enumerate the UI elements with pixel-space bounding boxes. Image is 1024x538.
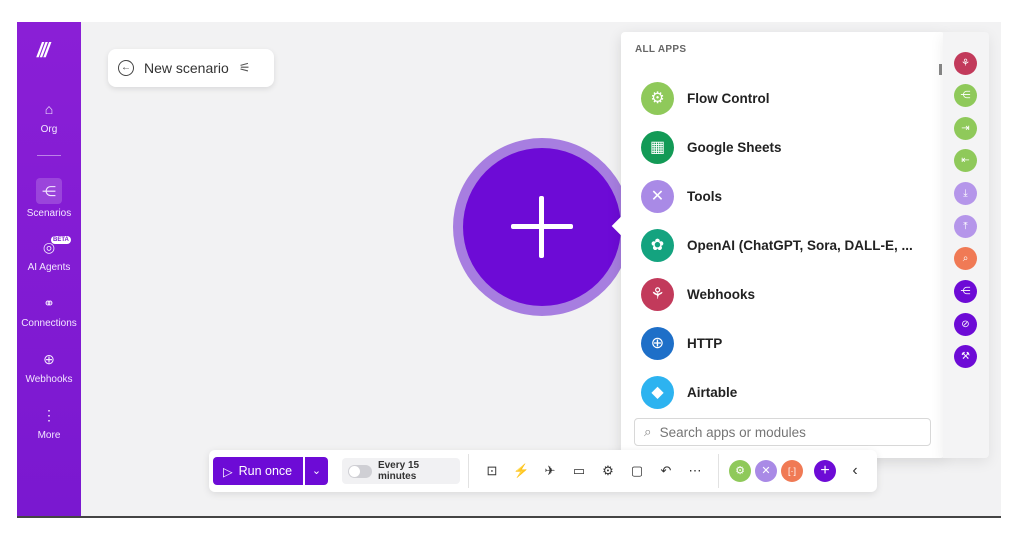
module-rail: ⚘ ⋲ ⇥ ⇤ ⤓ ⤒ ⌕ ⋲ ⊘ ⚒ — [943, 32, 989, 458]
toolbar-divider — [718, 454, 719, 488]
text-parser-icon[interactable]: [·] — [781, 460, 803, 482]
compass-icon[interactable]: ⊘ — [954, 313, 977, 336]
scrollbar-thumb[interactable] — [939, 64, 942, 75]
gear-icon[interactable]: ⚙ — [600, 463, 616, 479]
app-item-flow-control[interactable]: ⚙ Flow Control — [641, 80, 931, 116]
sheets-icon: ▦ — [641, 130, 674, 164]
scenario-title[interactable]: New scenario — [144, 60, 229, 76]
settings-sliders-icon[interactable]: ⚟ — [239, 60, 251, 76]
schedule-label: Every 15 minutes — [377, 460, 420, 482]
back-arrow-icon[interactable]: ← — [118, 60, 134, 76]
chevron-down-icon: ⌄ — [311, 465, 322, 477]
app-name: Webhooks — [687, 286, 756, 302]
share-icon[interactable]: ⋲ — [954, 280, 977, 303]
app-item-tools[interactable]: ✕ Tools — [641, 178, 931, 214]
airtable-icon: ◆ — [641, 375, 674, 409]
kebab-icon: ⋮ — [42, 407, 56, 423]
toolbar-divider — [468, 454, 469, 488]
app-item-google-sheets[interactable]: ▦ Google Sheets — [641, 129, 931, 165]
import-icon[interactable]: ⤓ — [954, 182, 977, 205]
schedule-toggle[interactable] — [348, 464, 372, 478]
sidebar-item-more[interactable]: ⋮ More — [17, 404, 81, 441]
flow-icon[interactable]: ▭ — [571, 463, 587, 479]
chevron-left-icon[interactable]: ‹ — [847, 463, 863, 479]
gear-icon: ⚙ — [641, 81, 674, 115]
sidebar-divider — [37, 155, 61, 156]
plus-icon — [539, 196, 544, 258]
app-name: HTTP — [687, 335, 723, 351]
search-icon: ⌕ — [644, 424, 652, 439]
sidebar-item-webhooks[interactable]: ⊕ Webhooks — [17, 348, 81, 385]
beta-badge: BETA — [51, 236, 71, 244]
make-logo[interactable]: /// — [37, 40, 50, 63]
app-name: Airtable — [687, 384, 738, 400]
app-name: Flow Control — [687, 90, 770, 106]
router-icon[interactable]: ⋲ — [954, 84, 977, 107]
app-item-webhooks[interactable]: ⚘ Webhooks — [641, 276, 931, 312]
more-icon[interactable]: ⋯ — [687, 463, 703, 479]
add-icon[interactable]: + — [814, 460, 836, 482]
webhook-icon[interactable]: ⚘ — [954, 52, 977, 75]
iterator-icon[interactable]: ⇥ — [954, 117, 977, 140]
sidebar-item-scenarios[interactable]: ⋲ Scenarios — [17, 178, 81, 219]
note-icon[interactable]: ▢ — [629, 463, 645, 479]
share-nodes-icon: ⋲ — [36, 178, 62, 204]
sidebar-item-label: Webhooks — [25, 374, 73, 385]
sidebar-item-label: Org — [40, 124, 58, 135]
tools-icon: ✕ — [641, 179, 674, 213]
aggregator-icon[interactable]: ⇤ — [954, 149, 977, 172]
app-search-field[interactable]: ⌕ — [634, 418, 931, 446]
run-once-button[interactable]: ▷ Run once — [213, 457, 303, 485]
run-options-dropdown[interactable]: ⌄ — [305, 457, 328, 485]
app-name: Google Sheets — [687, 139, 782, 155]
sidebar-item-connections[interactable]: ⚭ Connections — [17, 292, 81, 329]
sidebar-item-label: Connections — [21, 318, 77, 329]
webhook-icon: ⚘ — [641, 277, 674, 311]
search-input[interactable] — [659, 424, 910, 440]
app-item-openai[interactable]: ✿ OpenAI (ChatGPT, Sora, DALL-E, ... — [641, 227, 931, 263]
search-module-icon[interactable]: ⌕ — [954, 247, 977, 270]
undo-icon[interactable]: ↶ — [658, 463, 674, 479]
globe-icon: ⊕ — [43, 351, 55, 367]
link-icon: ⚭ — [43, 295, 55, 311]
flow-control-icon[interactable]: ⚙ — [729, 460, 751, 482]
play-icon: ▷ — [223, 464, 233, 479]
save-icon[interactable]: ⊡ — [484, 463, 500, 479]
sidebar-item-label: Scenarios — [26, 208, 72, 219]
scenario-title-bar: ← New scenario ⚟ — [108, 49, 274, 87]
home-icon: ⌂ — [44, 101, 54, 117]
app-name: Tools — [687, 188, 722, 204]
apps-heading: ALL APPS — [635, 44, 687, 55]
sidebar-item-label: AI Agents — [27, 262, 71, 273]
app-name: OpenAI (ChatGPT, Sora, DALL-E, ... — [687, 237, 913, 253]
plane-icon[interactable]: ✈ — [542, 463, 558, 479]
export-icon[interactable]: ⤒ — [954, 215, 977, 238]
wrench-icon[interactable]: ⚒ — [954, 345, 977, 368]
app-frame: /// ⌂ Org ⋲ Scenarios ◎ BETA AI Agents ⚭… — [17, 22, 1001, 518]
schedule-control[interactable]: Every 15 minutes — [342, 458, 460, 484]
app-item-airtable[interactable]: ◆ Airtable — [641, 374, 931, 410]
sidebar-item-ai-agents[interactable]: ◎ BETA AI Agents — [17, 236, 81, 273]
run-once-label: Run once — [238, 464, 293, 478]
globe-icon: ⊕ — [641, 326, 674, 360]
sidebar: /// ⌂ Org ⋲ Scenarios ◎ BETA AI Agents ⚭… — [17, 22, 81, 516]
bottom-toolbar: ▷ Run once ⌄ Every 15 minutes ⊡ ⚡ ✈ ▭ ⚙ … — [209, 450, 877, 492]
magic-wand-icon[interactable]: ⚡ — [513, 463, 529, 479]
tools-icon[interactable]: ✕ — [755, 460, 777, 482]
sidebar-item-org[interactable]: ⌂ Org — [17, 98, 81, 135]
openai-icon: ✿ — [641, 228, 674, 262]
app-item-http[interactable]: ⊕ HTTP — [641, 325, 931, 361]
sidebar-item-label: More — [37, 430, 61, 441]
apps-dropdown: ALL APPS ⚙ Flow Control ▦ Google Sheets … — [621, 32, 945, 458]
